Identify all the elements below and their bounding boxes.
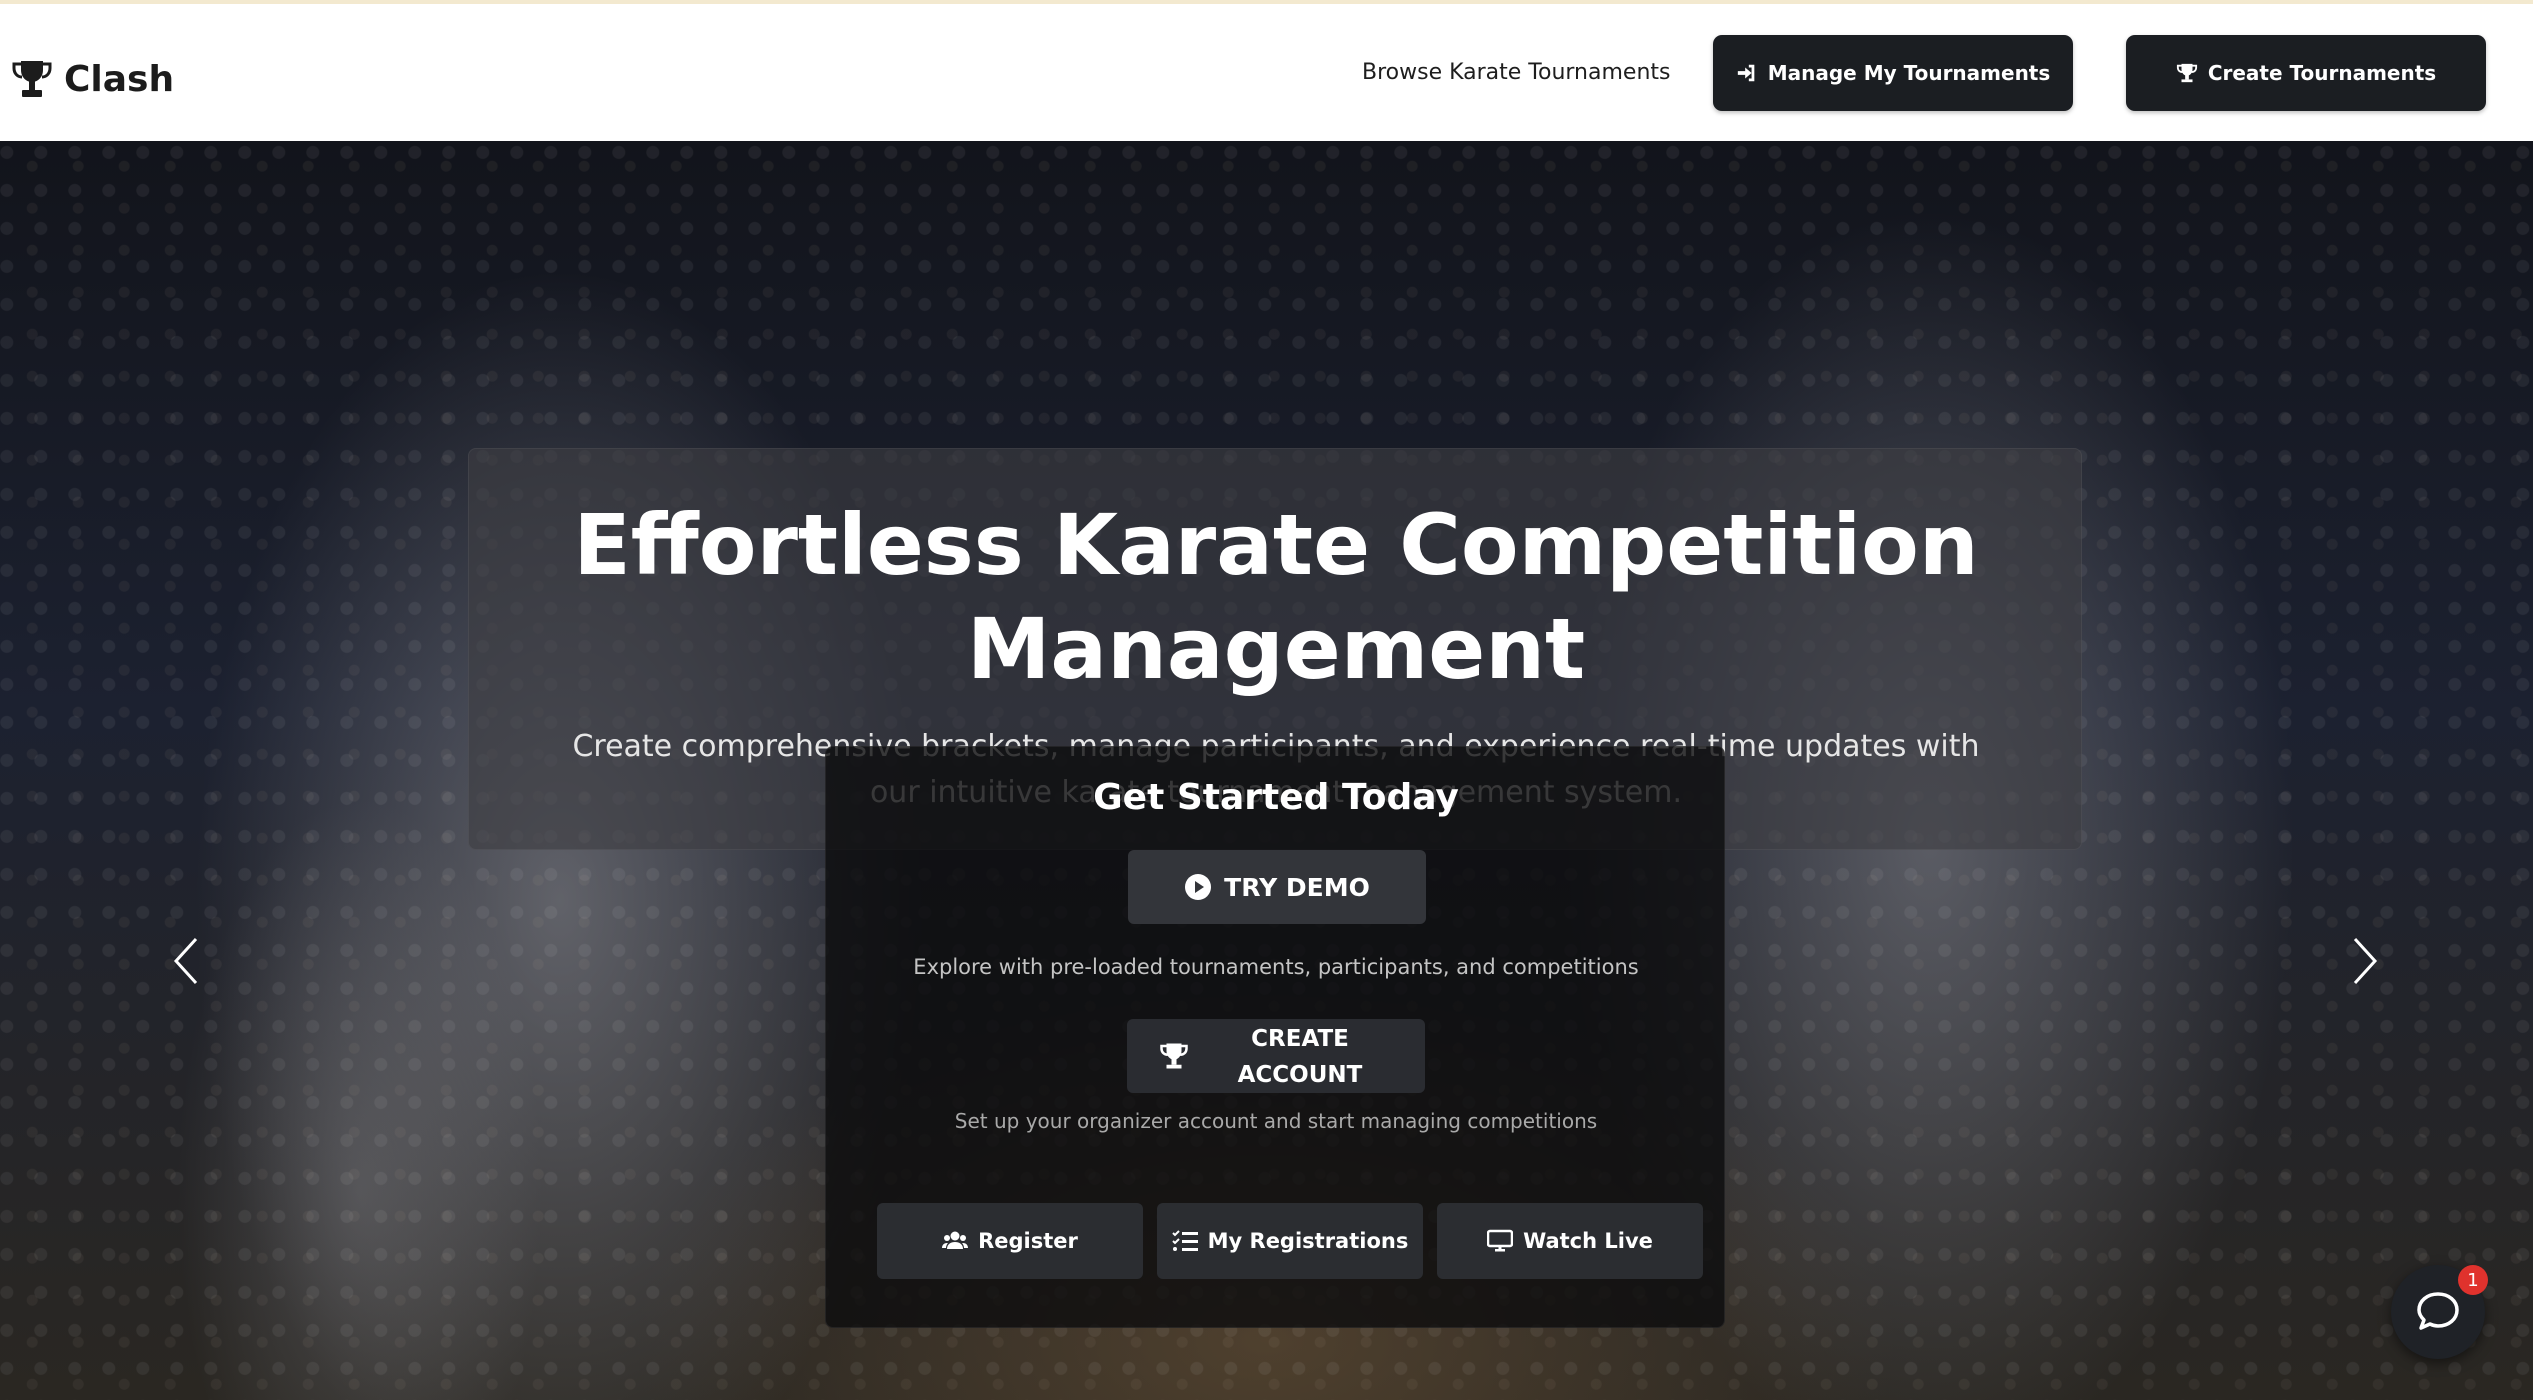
- play-circle-icon: [1185, 874, 1212, 900]
- my-registrations-label: My Registrations: [1207, 1229, 1409, 1253]
- carousel-prev-button[interactable]: [166, 931, 206, 991]
- monitor-icon: [1487, 1229, 1514, 1252]
- top-navbar: Clash Browse Karate Tournaments Manage M…: [0, 4, 2533, 141]
- sign-in-icon: [1737, 64, 1755, 82]
- my-registrations-button[interactable]: My Registrations: [1157, 1203, 1423, 1279]
- brand-logo[interactable]: Clash: [12, 52, 174, 106]
- trophy-icon: [12, 61, 52, 97]
- create-tournaments-button[interactable]: Create Tournaments: [2126, 35, 2486, 111]
- chat-bubble-icon: [2417, 1292, 2459, 1330]
- hero-carousel: Effortless Karate Competition Management…: [0, 141, 2533, 1400]
- try-demo-label: TRY DEMO: [1224, 872, 1370, 902]
- chevron-left-icon: [173, 937, 198, 985]
- try-demo-button[interactable]: TRY DEMO: [1128, 850, 1426, 924]
- manage-tournaments-button[interactable]: Manage My Tournaments: [1713, 35, 2073, 111]
- create-tournaments-label: Create Tournaments: [2207, 61, 2437, 85]
- hero-title-line-1: Effortless Karate Competition: [573, 496, 1979, 594]
- register-button[interactable]: Register: [877, 1203, 1143, 1279]
- create-account-description: Set up your organizer account and start …: [954, 1109, 1598, 1133]
- browse-tournaments-link[interactable]: Browse Karate Tournaments: [1362, 60, 1670, 85]
- trophy-icon: [1160, 1043, 1188, 1069]
- brand-name: Clash: [64, 58, 175, 100]
- get-started-card: Get Started Today TRY DEMO Explore with …: [825, 746, 1725, 1328]
- chevron-right-icon: [2353, 937, 2378, 985]
- try-demo-description: Explore with pre-loaded tournaments, par…: [913, 955, 1639, 979]
- create-account-label: CREATE ACCOUNT: [1237, 1026, 1363, 1088]
- hero-title: Effortless Karate Competition Management: [469, 493, 2083, 701]
- users-icon: [942, 1231, 969, 1249]
- create-account-button[interactable]: CREATE ACCOUNT: [1127, 1019, 1425, 1093]
- list-check-icon: [1171, 1230, 1198, 1251]
- get-started-title: Get Started Today: [1093, 777, 1459, 818]
- carousel-next-button[interactable]: [2345, 931, 2385, 991]
- watch-live-button[interactable]: Watch Live: [1437, 1203, 1703, 1279]
- manage-tournaments-label: Manage My Tournaments: [1767, 61, 2051, 85]
- watch-live-label: Watch Live: [1523, 1229, 1653, 1253]
- hero-title-line-2: Management: [966, 600, 1586, 698]
- chat-notification-badge: 1: [2458, 1265, 2488, 1295]
- trophy-icon: [2176, 63, 2197, 83]
- register-label: Register: [978, 1229, 1078, 1253]
